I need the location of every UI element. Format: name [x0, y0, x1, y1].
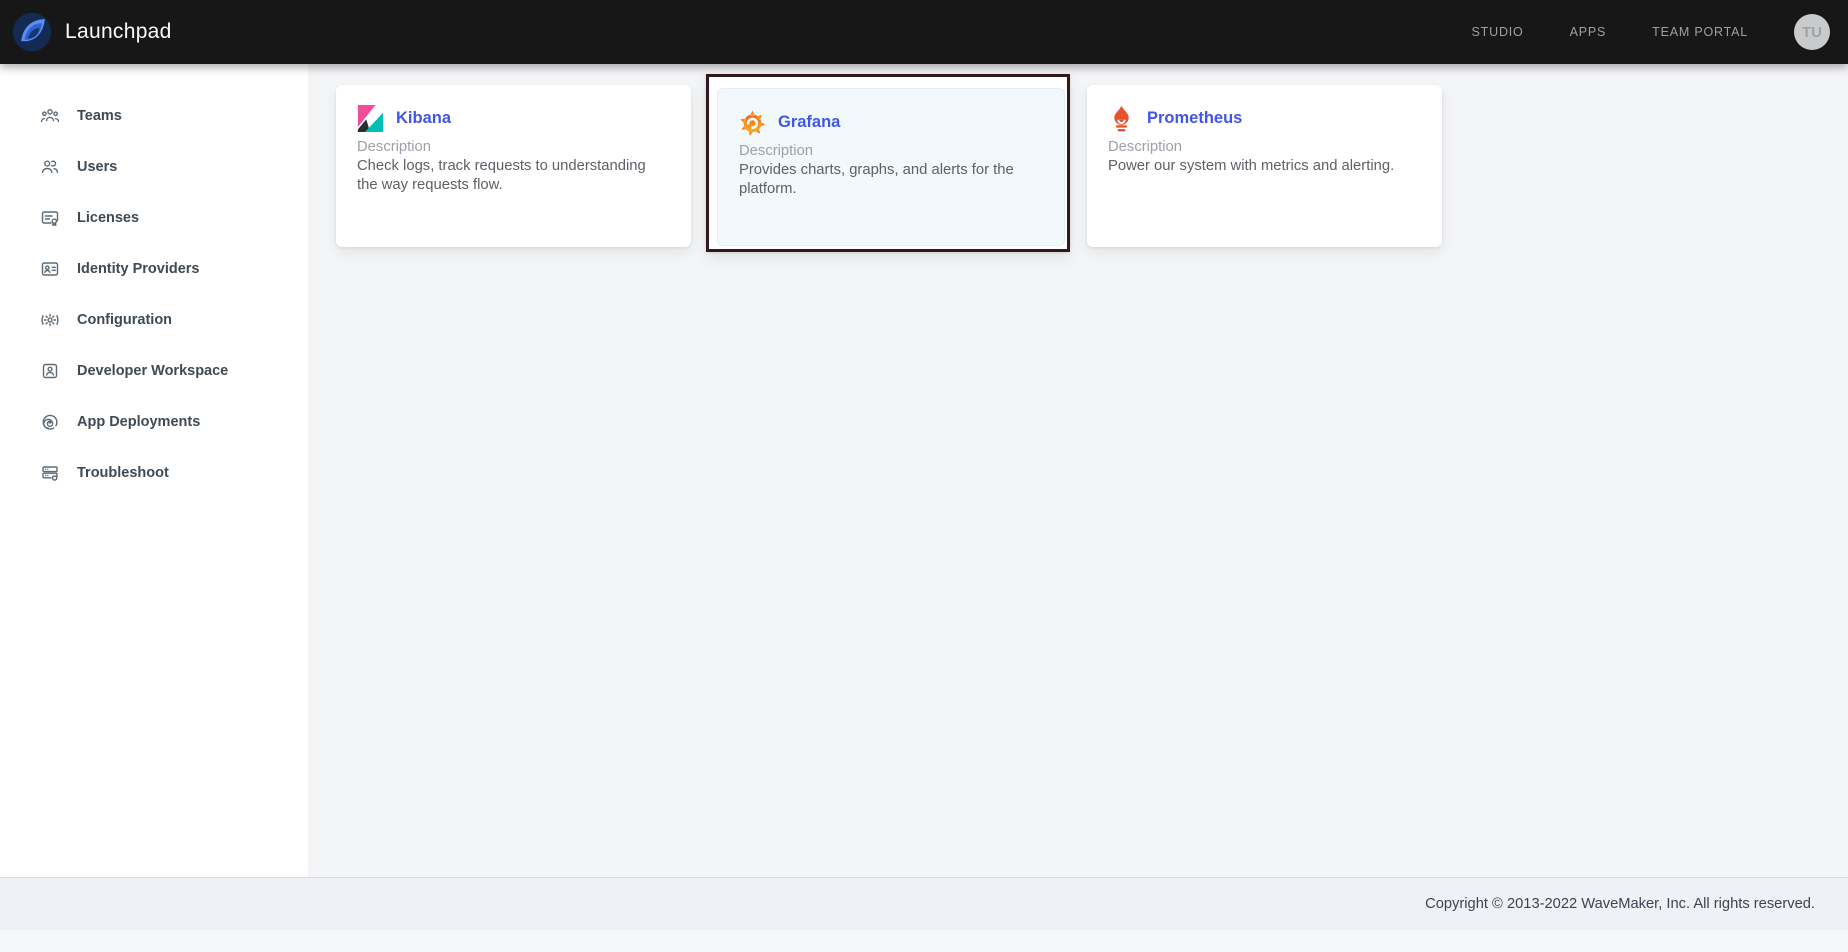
grafana-logo-icon [739, 109, 766, 136]
kibana-logo-icon [357, 105, 384, 132]
sidebar-item-teams[interactable]: Teams [0, 90, 308, 141]
teams-icon [40, 106, 60, 126]
sidebar-item-label: Troubleshoot [77, 465, 169, 481]
app-deployments-icon [40, 412, 60, 432]
prometheus-logo-icon [1108, 105, 1135, 132]
app-title-link[interactable]: Grafana [778, 113, 840, 132]
sidebar-item-configuration[interactable]: Configuration [0, 294, 308, 345]
sidebar-item-developer-workspace[interactable]: Developer Workspace [0, 345, 308, 396]
sidebar-item-label: Configuration [77, 312, 172, 328]
sidebar-item-label: Developer Workspace [77, 363, 228, 379]
nav-studio[interactable]: STUDIO [1472, 25, 1524, 39]
card-head: Kibana [336, 85, 691, 132]
sidebar-list: Teams Users Licenses [0, 64, 308, 498]
app-title-link[interactable]: Prometheus [1147, 109, 1242, 128]
developer-workspace-icon [40, 361, 60, 381]
footer: Copyright © 2013-2022 WaveMaker, Inc. Al… [0, 877, 1848, 930]
app-card-grafana[interactable]: Grafana Description Provides charts, gra… [717, 88, 1065, 246]
sidebar-item-label: Licenses [77, 210, 139, 226]
configuration-icon [40, 310, 60, 330]
topnav: STUDIO APPS TEAM PORTAL TU [1472, 14, 1848, 50]
description-label: Description [1108, 139, 1421, 155]
topbar: Launchpad STUDIO APPS TEAM PORTAL TU [0, 0, 1848, 64]
sidebar-item-label: Teams [77, 108, 122, 124]
licenses-icon [40, 208, 60, 228]
sidebar-item-app-deployments[interactable]: App Deployments [0, 396, 308, 447]
description-text: Check logs, track requests to understand… [357, 157, 670, 195]
description-text: Provides charts, graphs, and alerts for … [739, 161, 1043, 199]
sidebar-item-licenses[interactable]: Licenses [0, 192, 308, 243]
nav-team-portal[interactable]: TEAM PORTAL [1652, 25, 1748, 39]
copyright-text: Copyright © 2013-2022 WaveMaker, Inc. Al… [1425, 896, 1815, 912]
identity-providers-icon [40, 259, 60, 279]
sidebar: Teams Users Licenses [0, 64, 308, 877]
sidebar-item-label: App Deployments [77, 414, 200, 430]
selection-highlight-box: Grafana Description Provides charts, gra… [706, 74, 1070, 252]
description-label: Description [357, 139, 670, 155]
sidebar-item-label: Users [77, 159, 117, 175]
description-label: Description [739, 143, 1043, 159]
card-head: Grafana [718, 89, 1064, 136]
page-title: Launchpad [65, 20, 172, 44]
page-bottom-strip [0, 930, 1848, 952]
main-content: Kibana Description Check logs, track req… [308, 64, 1848, 877]
avatar[interactable]: TU [1794, 14, 1830, 50]
troubleshoot-icon [40, 463, 60, 483]
sidebar-item-users[interactable]: Users [0, 141, 308, 192]
wavemaker-logo-icon [12, 12, 52, 52]
app-card-prometheus[interactable]: Prometheus Description Power our system … [1087, 85, 1442, 247]
card-head: Prometheus [1087, 85, 1442, 132]
nav-apps[interactable]: APPS [1570, 25, 1607, 39]
sidebar-item-troubleshoot[interactable]: Troubleshoot [0, 447, 308, 498]
brand[interactable]: Launchpad [12, 12, 172, 52]
description-text: Power our system with metrics and alerti… [1108, 157, 1421, 176]
app-title-link[interactable]: Kibana [396, 109, 451, 128]
users-icon [40, 157, 60, 177]
sidebar-item-identity-providers[interactable]: Identity Providers [0, 243, 308, 294]
app-card-kibana[interactable]: Kibana Description Check logs, track req… [336, 85, 691, 247]
avatar-initials: TU [1802, 24, 1822, 41]
sidebar-item-label: Identity Providers [77, 261, 199, 277]
